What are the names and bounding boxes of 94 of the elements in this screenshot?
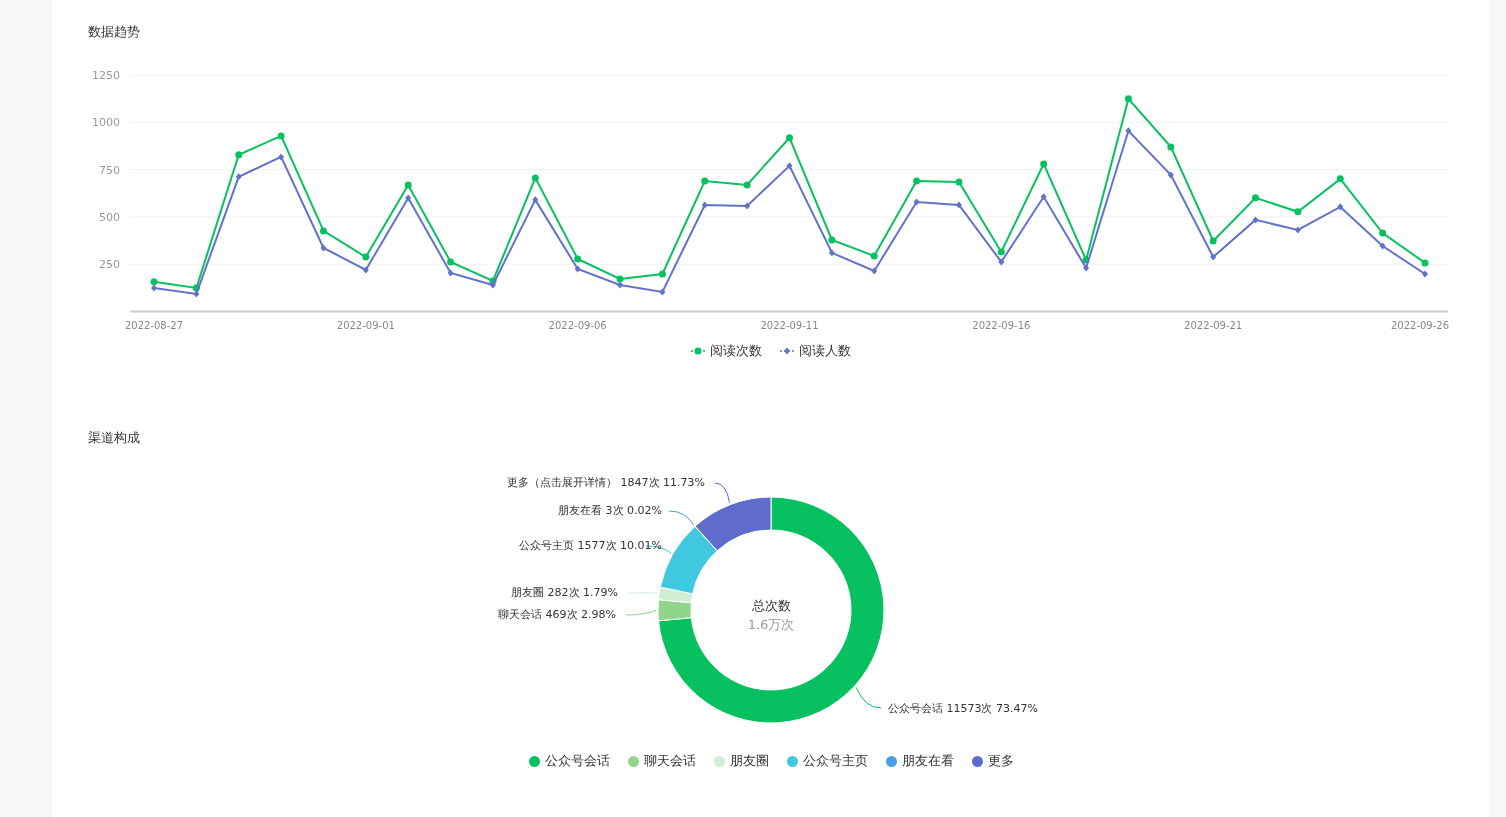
line-dot-icon (691, 346, 705, 356)
data-point (998, 258, 1005, 266)
data-point (405, 194, 412, 202)
leader-line (668, 510, 695, 526)
leader-line (714, 482, 731, 504)
data-point (913, 177, 921, 185)
data-point (1040, 160, 1048, 168)
data-point (658, 270, 666, 278)
data-point (1209, 237, 1217, 245)
data-point (319, 227, 327, 235)
data-point (1294, 226, 1301, 234)
data-point (1040, 193, 1047, 201)
data-point (1252, 194, 1260, 202)
data-point (786, 134, 793, 142)
slice-label: 朋友在看 3次 0.02% (558, 504, 662, 517)
center-label: 总次数 (751, 598, 791, 613)
data-point (913, 198, 920, 206)
data-point (1210, 253, 1217, 261)
data-point (828, 236, 836, 244)
legend-label[interactable]: 公众号主页 (802, 752, 868, 770)
axis-label: 2022-09-11 (760, 320, 819, 331)
data-point (1252, 216, 1259, 224)
data-point (362, 253, 370, 261)
slice-label: 朋友圈 282次 1.79% (511, 586, 618, 599)
data-point (235, 151, 243, 159)
data-point (701, 177, 709, 185)
axis-label: 2022-09-06 (548, 320, 607, 331)
legend-dot (627, 755, 639, 767)
data-point (1336, 175, 1344, 183)
axis-label: 2022-09-21 (1184, 320, 1243, 331)
legend-label[interactable]: 更多 (987, 752, 1014, 770)
legend-dot (528, 755, 540, 767)
data-point (574, 255, 582, 263)
data-point (1167, 171, 1174, 179)
data-point (235, 173, 242, 181)
line-diamond-icon (780, 346, 794, 356)
data-point (277, 132, 285, 140)
legend-label[interactable]: 阅读次数 (710, 342, 762, 360)
data-point (1379, 229, 1387, 237)
data-point (701, 201, 708, 209)
data-point (362, 266, 369, 274)
legend-label[interactable]: 朋友在看 (901, 752, 954, 770)
data-point (786, 162, 793, 170)
data-point (828, 249, 835, 257)
legend-dot (786, 755, 798, 767)
slice-label: 更多（点击展开详情） 1847次 11.73% (507, 476, 705, 489)
slice-label: 聊天会话 469次 2.98% (498, 608, 616, 621)
axis-label: 2022-09-26 (1390, 320, 1450, 331)
data-point (1379, 242, 1386, 250)
slice-label: 公众号会话 11573次 73.47% (888, 702, 1038, 715)
data-point (447, 269, 454, 277)
axis-label: 2022-09-01 (336, 320, 395, 331)
axis-label: 2022-09-16 (972, 320, 1031, 331)
data-point (531, 174, 539, 182)
section-title: 渠道构成 (88, 429, 141, 447)
data-point (1125, 127, 1132, 135)
slice-label: 公众号主页 1577次 10.01% (519, 539, 662, 552)
legend-label[interactable]: 公众号会话 (544, 752, 610, 770)
data-point (955, 178, 963, 186)
legend-dot (885, 755, 897, 767)
axis-label: 250 (99, 258, 120, 272)
axis-label: 1000 (92, 116, 120, 130)
leader-line (625, 609, 657, 616)
legend-dot (713, 755, 725, 767)
data-point (743, 181, 751, 189)
data-point (744, 202, 751, 210)
data-point (1421, 259, 1429, 267)
legend-label[interactable]: 聊天会话 (643, 752, 696, 770)
data-point (955, 201, 962, 209)
legend-label[interactable]: 阅读人数 (799, 342, 851, 360)
data-point (997, 248, 1005, 256)
data-point (278, 153, 285, 161)
data-point (1337, 203, 1344, 211)
data-point (1124, 95, 1132, 103)
data-point (871, 267, 878, 275)
legend-dot (971, 755, 983, 767)
data-point (870, 252, 878, 260)
legend-label[interactable]: 朋友圈 (729, 752, 769, 770)
center-value: 1.6万次 (747, 617, 795, 632)
leader-line (855, 686, 882, 709)
data-point (1167, 143, 1175, 151)
data-point (447, 258, 455, 266)
axis-label: 1250 (92, 69, 120, 82)
section-title: 数据趋势 (88, 23, 141, 41)
data-point (1294, 208, 1302, 216)
data-point (320, 244, 327, 252)
data-point (532, 196, 539, 204)
data-point (574, 265, 581, 273)
data-point (1422, 270, 1428, 278)
data-point (659, 288, 666, 296)
axis-label: 500 (99, 210, 120, 224)
axis-label: 750 (99, 163, 120, 177)
axis-label: 2022-08-27 (124, 320, 184, 331)
data-point (404, 181, 412, 189)
